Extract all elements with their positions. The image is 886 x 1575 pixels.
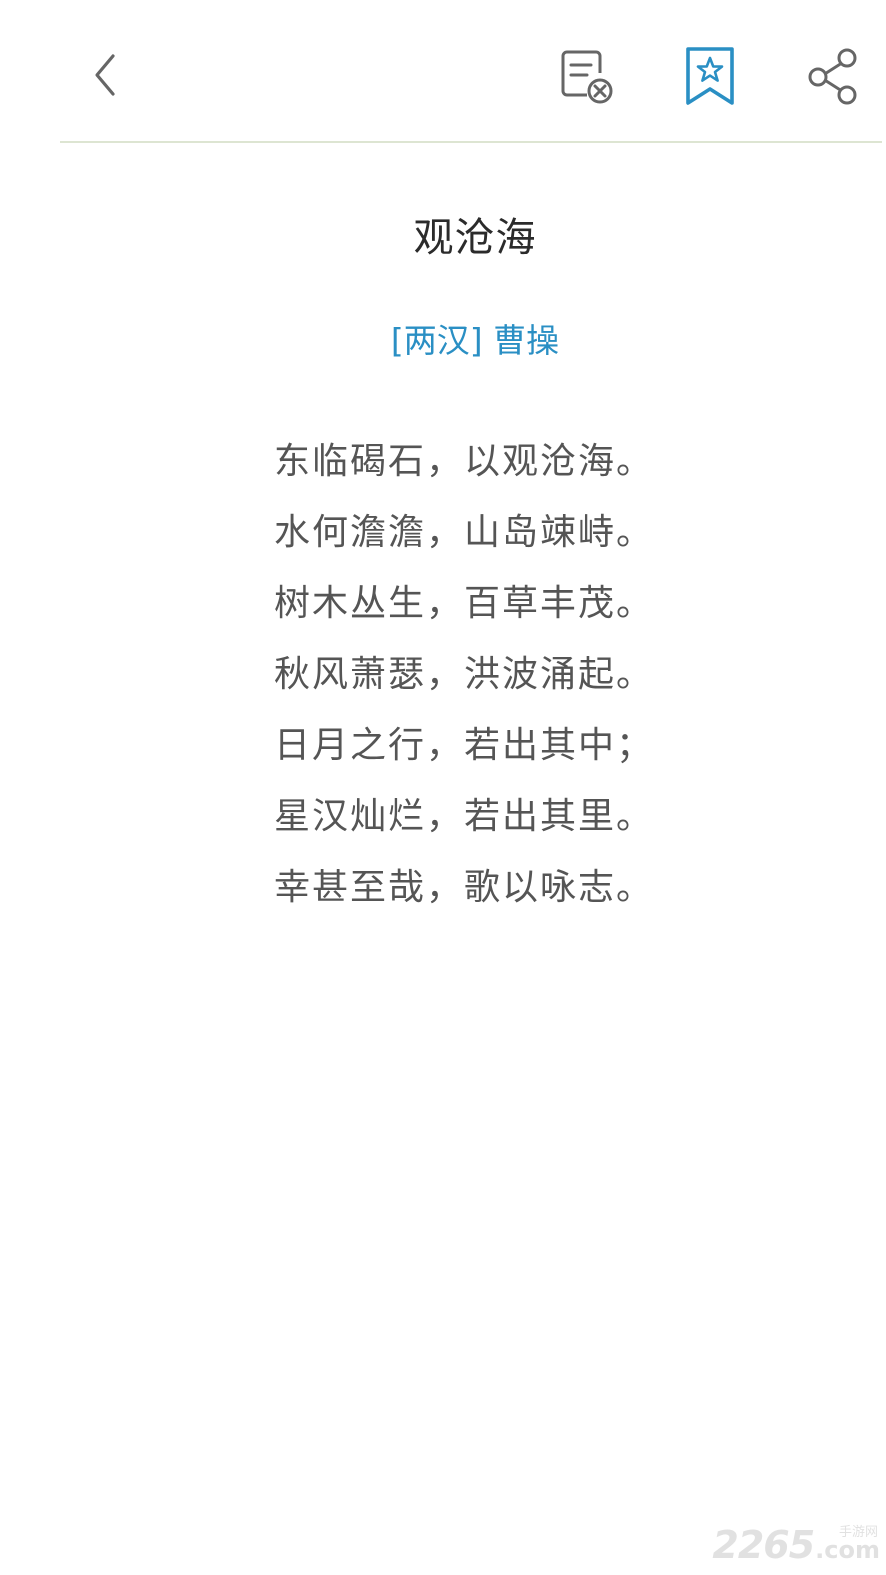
- poem-line: 星汉灿烂，若出其里。: [274, 796, 655, 837]
- poem-line: 秋风萧瑟，洪波涌起。: [274, 654, 655, 695]
- poem-author-link[interactable]: [两汉] 曹操: [0, 314, 886, 362]
- bookmark-star-icon: [686, 47, 734, 105]
- share-icon: [808, 48, 857, 105]
- watermark-number: 2265: [712, 1523, 815, 1567]
- watermark-text: 手游网: [838, 1525, 878, 1540]
- top-toolbar: [0, 0, 886, 142]
- poem-line: 水何澹澹，山岛竦峙。: [274, 512, 655, 553]
- poem-line: 幸甚至哉，歌以咏志。: [274, 867, 655, 908]
- document-x-icon: [561, 50, 613, 104]
- watermark-suffix: .com: [815, 1536, 880, 1564]
- poem-body: 东临碣石，以观沧海。 水何澹澹，山岛竦峙。 树木丛生，百草丰茂。 秋风萧瑟，洪波…: [274, 432, 694, 929]
- chevron-left-icon: [95, 54, 115, 96]
- back-button[interactable]: [70, 40, 140, 110]
- toolbar-divider: [60, 141, 882, 143]
- poem-line: 日月之行，若出其中；: [274, 725, 655, 766]
- bookmark-button[interactable]: [672, 38, 748, 114]
- clear-button[interactable]: [548, 38, 624, 114]
- poem-title: 观沧海: [413, 215, 537, 261]
- poem-line: 东临碣石，以观沧海。: [274, 441, 655, 482]
- poem-line: 树木丛生，百草丰茂。: [274, 583, 655, 624]
- site-watermark: 2265 .com 手游网: [712, 1523, 880, 1567]
- share-button[interactable]: [795, 38, 871, 114]
